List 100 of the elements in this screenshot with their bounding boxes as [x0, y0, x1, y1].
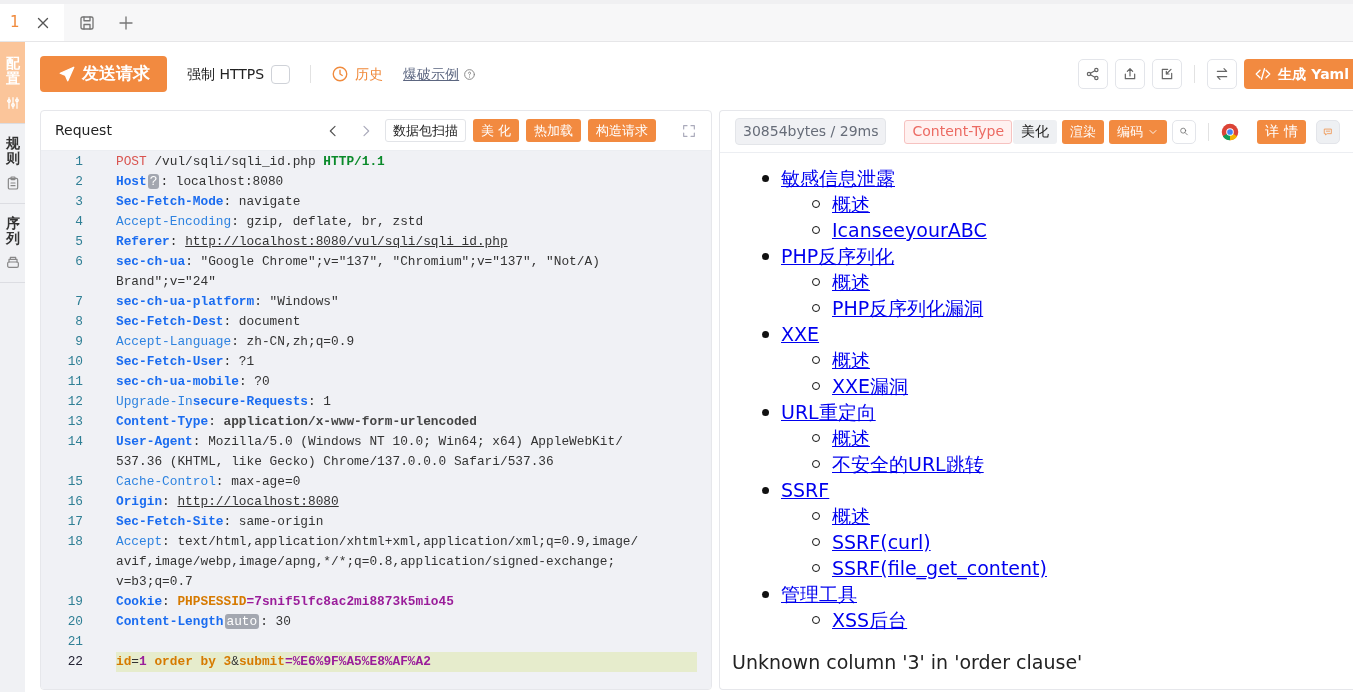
code-text: HTTP/1.1 [323, 154, 385, 169]
code-text: /vul/sqli/sqli_id.php [153, 154, 317, 169]
code-text: : navigate [223, 194, 301, 209]
nav-link[interactable]: XXE漏洞 [832, 373, 909, 399]
bullet [762, 408, 769, 416]
code-text: : [162, 494, 171, 509]
tab-label: 1 [10, 12, 20, 34]
line-number: 3 [74, 193, 83, 211]
response-stats: 30854bytes / 29ms [735, 118, 887, 145]
hint-chip: auto [224, 614, 260, 629]
browser-icon[interactable] [1221, 122, 1240, 141]
code-text: application/x-www-form-urlencoded [223, 414, 477, 429]
code-text: : "Windows" [254, 294, 339, 309]
nav-link[interactable]: IcanseeyourABC [832, 217, 987, 243]
nav-link[interactable]: 不安全的URL跳转 [832, 451, 984, 477]
error-message: Unknown column '3' in 'order clause' [732, 650, 1084, 675]
url-text: http://localhost:8080 [177, 494, 339, 509]
code-text: Sec-Fetch-Site [116, 514, 224, 529]
code-text: Origin [116, 494, 163, 509]
code-text: Accept-Encoding [116, 214, 232, 229]
line-number: 17 [66, 513, 83, 531]
nav-link[interactable]: 概述 [832, 347, 870, 373]
code-text: User-Agent [116, 434, 193, 449]
sidebar-tab[interactable]: 规则 [0, 123, 25, 204]
code-text: sec-ch-ua [116, 254, 186, 269]
sidebar-tab[interactable]: 序列 [0, 203, 25, 284]
bullet [762, 252, 769, 260]
help-icon [462, 67, 476, 81]
code-text: Upgrade-In [116, 394, 193, 409]
line-number: 13 [66, 413, 83, 431]
nav-link[interactable]: 概述 [832, 191, 870, 217]
line-number: 10 [66, 353, 83, 371]
add-tab-button[interactable] [117, 13, 135, 32]
line-number: 2 [74, 173, 83, 191]
panel-title: Request [55, 121, 112, 140]
code-text: Content-Type [116, 414, 209, 429]
nav-link[interactable]: SSRF(file_get_content) [832, 555, 1047, 581]
swap-button[interactable] [1207, 59, 1238, 89]
code-text: Accept [116, 534, 163, 549]
checkbox[interactable] [271, 64, 291, 84]
code-text: avif,image/webp,image/apng,*/*;q=0.8,application/signed-exchange; [116, 554, 616, 569]
nav-link[interactable]: 概述 [832, 503, 870, 529]
code-text: : "Google Chrome";v="137", "Chromium";v="137", "Not/A) [185, 254, 600, 269]
line-number: 11 [66, 373, 83, 391]
code-text: : localhost:8080 [160, 174, 284, 189]
export-button[interactable] [1115, 59, 1146, 89]
nav-link[interactable]: XSS后台 [832, 607, 908, 633]
code-text: : same-origin [223, 514, 324, 529]
nav-link[interactable]: 管理工具 [781, 581, 857, 607]
nav-link[interactable]: PHP反序列化 [781, 243, 895, 269]
share-button[interactable] [1078, 59, 1109, 89]
bullet [762, 590, 769, 598]
line-number: 1 [74, 153, 83, 171]
import-button[interactable] [1152, 59, 1183, 89]
code-icon [1254, 65, 1273, 83]
fullscreen-icon[interactable] [681, 122, 697, 139]
code-text: : document [223, 314, 301, 329]
plus-icon [117, 13, 135, 32]
nav-link[interactable]: SSRF [781, 477, 830, 503]
code-text: 537.36 (KHTML, like Gecko) Chrome/137.0.0.0 Safari/537.36 [116, 454, 554, 469]
code-text: : [169, 234, 179, 249]
line-number: 6 [74, 253, 83, 271]
code-text: : [208, 414, 217, 429]
code-text: : zh-CN,zh;q=0.9 [231, 334, 355, 349]
line-number: 5 [74, 233, 83, 251]
code-text: Brand";v="24" [116, 274, 216, 289]
code-text: : text/html,application/xhtml+xml,application/xml;q=0.9,image/ [162, 534, 639, 549]
bullet [762, 174, 769, 182]
example-link[interactable]: 爆破示例 [403, 63, 460, 85]
code-text: v=b3;q=0.7 [116, 574, 193, 589]
line-number: 12 [66, 393, 83, 411]
nav-link[interactable]: 概述 [832, 425, 870, 451]
code-text: Sec-Fetch-Dest [116, 314, 224, 329]
code-text: Cookie [116, 594, 163, 609]
code-text: POST [116, 154, 147, 169]
code-text: Accept-Language [116, 334, 232, 349]
code-text: : ?0 [238, 374, 270, 389]
code-text: : gzip, deflate, br, zstd [231, 214, 424, 229]
code-text: Cache-Control [116, 474, 216, 489]
line-number: 16 [66, 493, 83, 511]
nav-link[interactable]: SSRF(curl) [832, 529, 931, 555]
nav-link[interactable]: PHP反序列化漏洞 [832, 295, 984, 321]
save-icon [78, 13, 96, 32]
checkbox-label: 强制 HTTPS [187, 64, 265, 84]
nav-link[interactable]: URL重定向 [781, 399, 876, 425]
code-text: : 30 [260, 614, 291, 629]
send-icon [57, 65, 76, 83]
toolbar-button[interactable]: 美化 [1013, 119, 1058, 144]
toolbar-button[interactable]: 数据包扫描 [384, 119, 466, 142]
stack-icon [4, 254, 21, 271]
save-button[interactable] [78, 13, 96, 32]
nav-link[interactable]: 概述 [832, 269, 870, 295]
code-text: sec-ch-ua-platform [116, 294, 255, 309]
nav-link[interactable]: XXE [781, 321, 820, 347]
line-number: 14 [66, 433, 83, 451]
code-text: : Mozilla/5.0 (Windows NT 10.0; Win64; x64) AppleWebKit/ [192, 434, 623, 449]
line-number: 21 [66, 633, 83, 651]
code-text: Host [116, 174, 147, 189]
nav-link[interactable]: 敏感信息泄露 [781, 165, 895, 191]
line-number: 9 [74, 333, 83, 351]
